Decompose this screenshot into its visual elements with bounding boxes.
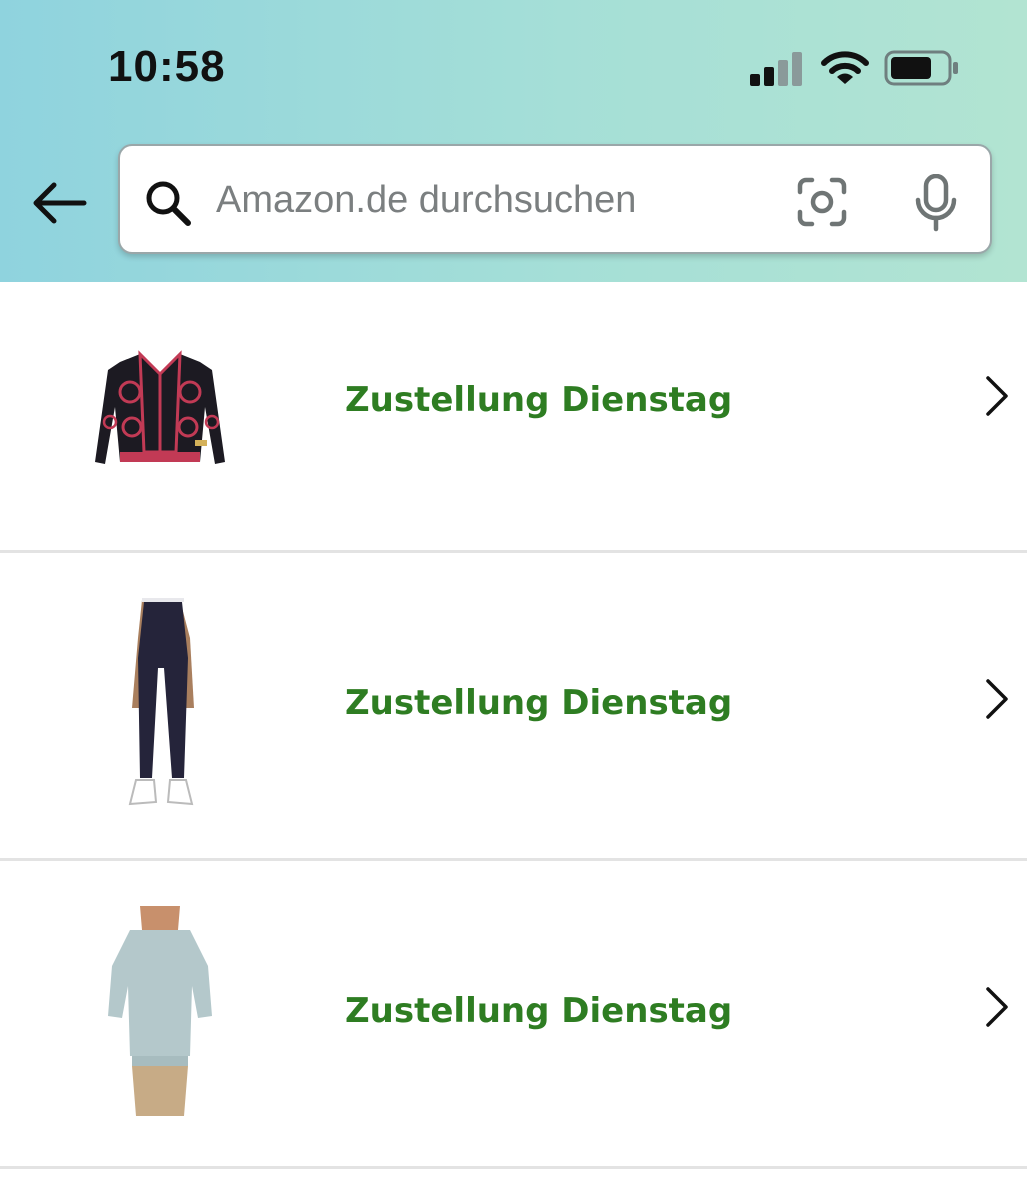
delivery-status: Zustellung Dienstag [345,683,733,723]
arrow-left-icon[interactable] [28,180,88,226]
list-item[interactable]: Zustellung Dienstag [0,861,1027,1169]
cellular-signal-icon [750,52,802,86]
delivery-status: Zustellung Dienstag [345,991,733,1031]
status-time: 10:58 [108,42,226,91]
delivery-status: Zustellung Dienstag [345,380,733,420]
chevron-right-icon [986,679,1008,719]
camera-scan-icon[interactable] [796,176,848,228]
microphone-icon[interactable] [914,174,958,232]
chevron-right-icon [986,376,1008,416]
product-image-jeans [128,598,194,806]
list-item[interactable]: Zustellung Dienstag [0,553,1027,861]
search-icon [146,181,191,226]
battery-icon [884,50,958,86]
chevron-right-icon [986,987,1008,1027]
list-item[interactable]: Zustellung Dienstag [0,282,1027,553]
product-image-blouse [108,906,212,1116]
order-list: Zustellung Dienstag Zustellung Dienstag … [0,282,1027,1169]
app-header: 10:58 [0,0,1027,282]
search-input[interactable] [216,170,776,230]
wifi-icon [821,51,869,84]
search-bar[interactable] [118,144,992,254]
product-image-cardigan [95,350,225,464]
